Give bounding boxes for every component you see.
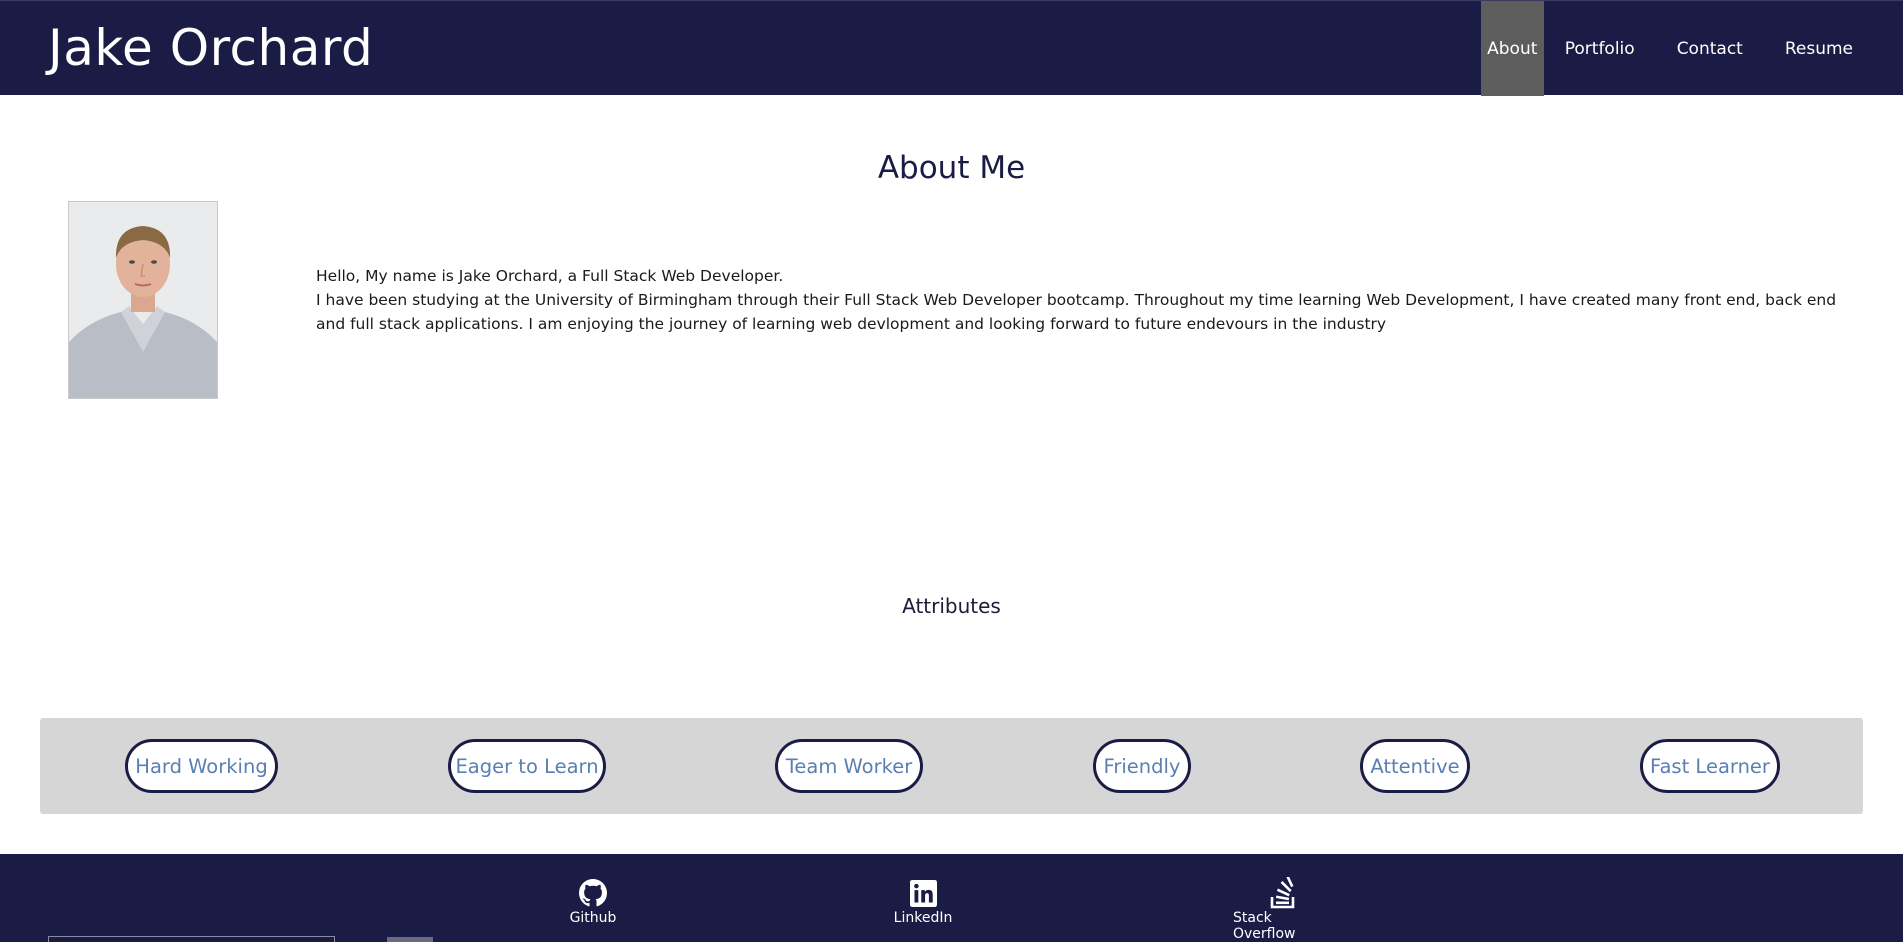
- nav-resume[interactable]: Resume: [1764, 1, 1874, 96]
- site-title: Jake Orchard: [48, 19, 374, 77]
- linkedin-icon: [909, 878, 937, 908]
- attribute-pill: Team Worker: [775, 739, 923, 793]
- attribute-pill: Eager to Learn: [448, 739, 606, 793]
- footer-scroll-edge: [387, 937, 433, 942]
- footer-stackoverflow-link[interactable]: Stack Overflow: [1233, 877, 1333, 942]
- footer-linkedin-link[interactable]: LinkedIn: [893, 878, 953, 926]
- main-nav: About Portfolio Contact Resume: [1480, 1, 1874, 96]
- stack-overflow-icon: [1268, 877, 1298, 909]
- footer-stackoverflow-label: Stack Overflow: [1233, 910, 1296, 942]
- attribute-pill: Fast Learner: [1640, 739, 1780, 793]
- footer-github-link[interactable]: Github: [569, 878, 617, 926]
- bio-intro: Hello, My name is Jake Orchard, a Full S…: [316, 267, 784, 285]
- profile-photo: [68, 201, 218, 399]
- footer-github-label: Github: [569, 910, 617, 926]
- footer-linkedin-label: LinkedIn: [893, 910, 953, 926]
- nav-portfolio[interactable]: Portfolio: [1544, 1, 1656, 96]
- site-header: Jake Orchard About Portfolio Contact Res…: [0, 0, 1903, 96]
- site-footer: Github LinkedIn Stack Overflow: [0, 854, 1903, 942]
- github-icon: [579, 878, 607, 908]
- nav-contact[interactable]: Contact: [1656, 1, 1764, 96]
- footer-scroll-edge: [48, 936, 335, 942]
- attribute-pill: Attentive: [1360, 739, 1470, 793]
- bio-body: I have been studying at the University o…: [316, 291, 1837, 333]
- about-heading: About Me: [877, 150, 1026, 186]
- attributes-heading: Attributes: [902, 594, 1001, 618]
- attributes-bar: Hard Working Eager to Learn Team Worker …: [40, 718, 1863, 814]
- about-bio: Hello, My name is Jake Orchard, a Full S…: [316, 264, 1856, 336]
- nav-about[interactable]: About: [1480, 1, 1544, 96]
- attribute-pill: Friendly: [1093, 739, 1191, 793]
- attribute-pill: Hard Working: [125, 739, 278, 793]
- profile-photo-image: [69, 202, 217, 398]
